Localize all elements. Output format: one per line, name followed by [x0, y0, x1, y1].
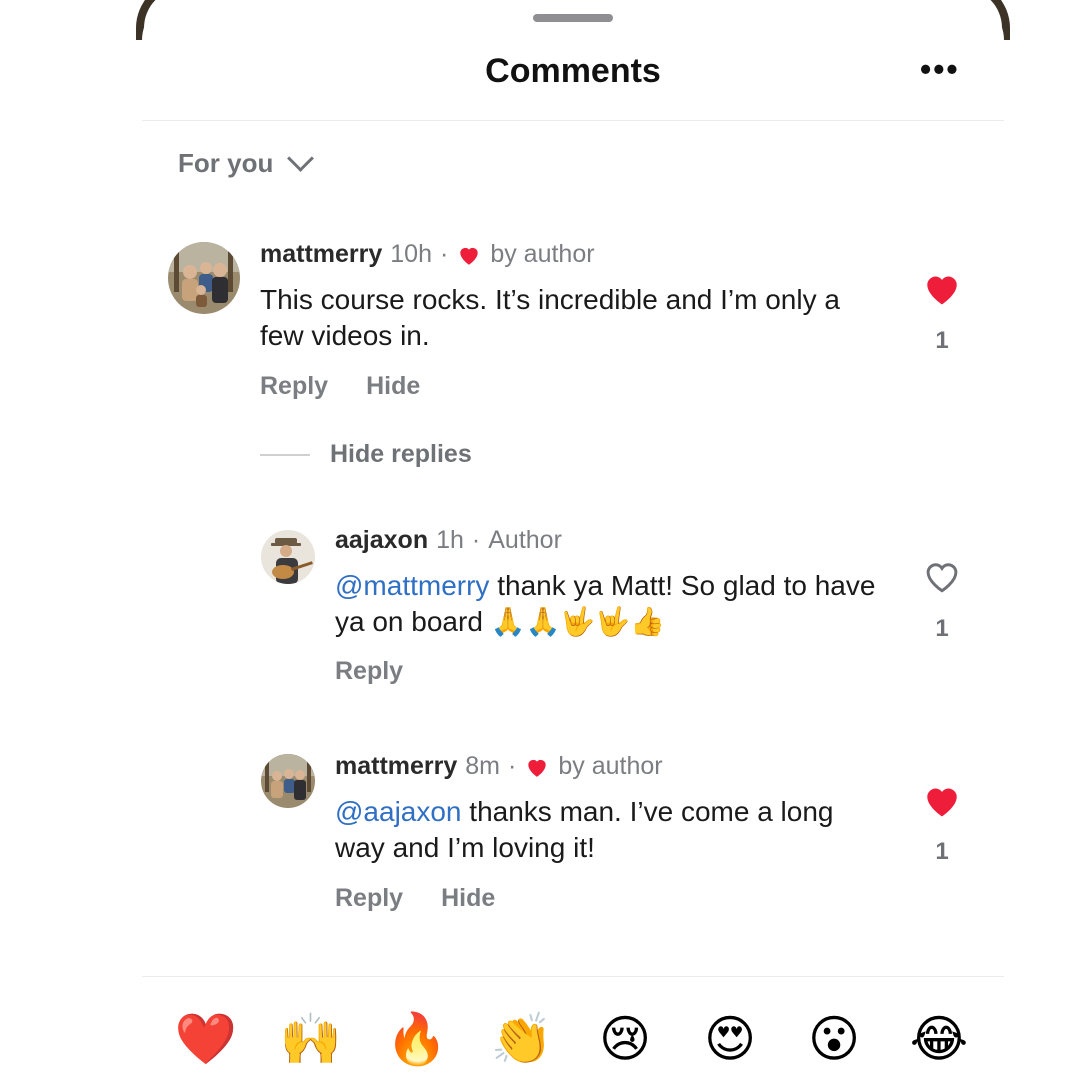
reply-text: @mattmerry thank ya Matt! So glad to hav…: [335, 568, 895, 640]
reaction-raised-hands-icon[interactable]: 🙌: [276, 1006, 346, 1072]
like-button[interactable]: [922, 558, 962, 599]
separator-dot: ·: [471, 526, 481, 554]
mention-link[interactable]: @mattmerry: [335, 570, 489, 601]
sort-filter-label: For you: [178, 148, 274, 178]
reply-meta: aajaxon 1h · Author: [335, 526, 562, 555]
comment-meta: mattmerry 10h · by author: [260, 240, 595, 269]
heart-filled-icon: [927, 788, 957, 817]
liked-by-author-badge: by author: [490, 240, 595, 268]
avatar[interactable]: [168, 242, 240, 314]
like-count: 1: [935, 838, 949, 865]
reaction-bar-divider: [142, 976, 1004, 977]
like-count: 1: [935, 327, 949, 354]
reply-actions: Reply Hide: [335, 884, 495, 913]
username[interactable]: aajaxon: [335, 526, 428, 555]
hide-button[interactable]: Hide: [366, 372, 420, 401]
reply-button[interactable]: Reply: [260, 372, 328, 401]
mention-link[interactable]: @aajaxon: [335, 796, 462, 827]
reply-button[interactable]: Reply: [335, 884, 403, 913]
quick-reaction-bar: ❤️ 🙌 🔥 👏 😢 😍 😮 😂: [142, 1006, 1004, 1076]
separator-dot: ·: [508, 752, 517, 780]
sort-filter-dropdown[interactable]: For you: [178, 145, 315, 179]
reply-meta: mattmerry 8m · by author: [335, 752, 663, 781]
reply-actions: Reply: [335, 657, 403, 686]
hide-button[interactable]: Hide: [441, 884, 495, 913]
hide-replies-toggle[interactable]: Hide replies: [260, 440, 472, 469]
reaction-surprised-icon[interactable]: 😮: [799, 1006, 869, 1072]
like-button[interactable]: [922, 782, 962, 823]
comment-actions: Reply Hide: [260, 372, 420, 401]
heart-icon: [460, 247, 478, 265]
reaction-crying-icon[interactable]: 😢: [590, 1006, 660, 1072]
comment-text: This course rocks. It’s incredible and I…: [260, 284, 840, 351]
more-options-icon[interactable]: •••: [920, 52, 960, 86]
hide-replies-label: Hide replies: [330, 440, 472, 468]
avatar[interactable]: [261, 754, 315, 808]
chevron-down-icon: [287, 145, 315, 172]
reaction-heart-eyes-icon[interactable]: 😍: [695, 1006, 765, 1072]
page-title: Comments: [485, 52, 661, 90]
reaction-laughing-icon[interactable]: 😂: [904, 1006, 974, 1072]
username[interactable]: mattmerry: [335, 752, 457, 781]
username[interactable]: mattmerry: [260, 240, 382, 269]
timestamp: 8m: [465, 752, 501, 780]
divider: [260, 453, 310, 456]
author-badge: Author: [488, 526, 562, 554]
header-divider: [142, 120, 1004, 121]
avatar[interactable]: [261, 530, 315, 584]
like-button[interactable]: [922, 270, 962, 311]
heart-filled-icon: [927, 276, 957, 305]
reaction-heart-icon[interactable]: ❤️: [171, 1006, 241, 1072]
liked-by-author-badge: by author: [558, 752, 663, 780]
reaction-fire-icon[interactable]: 🔥: [382, 1006, 452, 1072]
sheet-grabber[interactable]: [533, 14, 613, 22]
timestamp: 10h: [390, 240, 432, 268]
heart-icon: [528, 759, 547, 777]
timestamp: 1h: [436, 526, 464, 554]
reply-text: @aajaxon thanks man. I’ve come a long wa…: [335, 794, 875, 866]
like-count: 1: [935, 615, 949, 642]
reply-button[interactable]: Reply: [335, 657, 403, 686]
heart-outline-icon: [926, 563, 958, 593]
reaction-clap-icon[interactable]: 👏: [487, 1006, 557, 1072]
separator-dot: ·: [440, 240, 449, 268]
